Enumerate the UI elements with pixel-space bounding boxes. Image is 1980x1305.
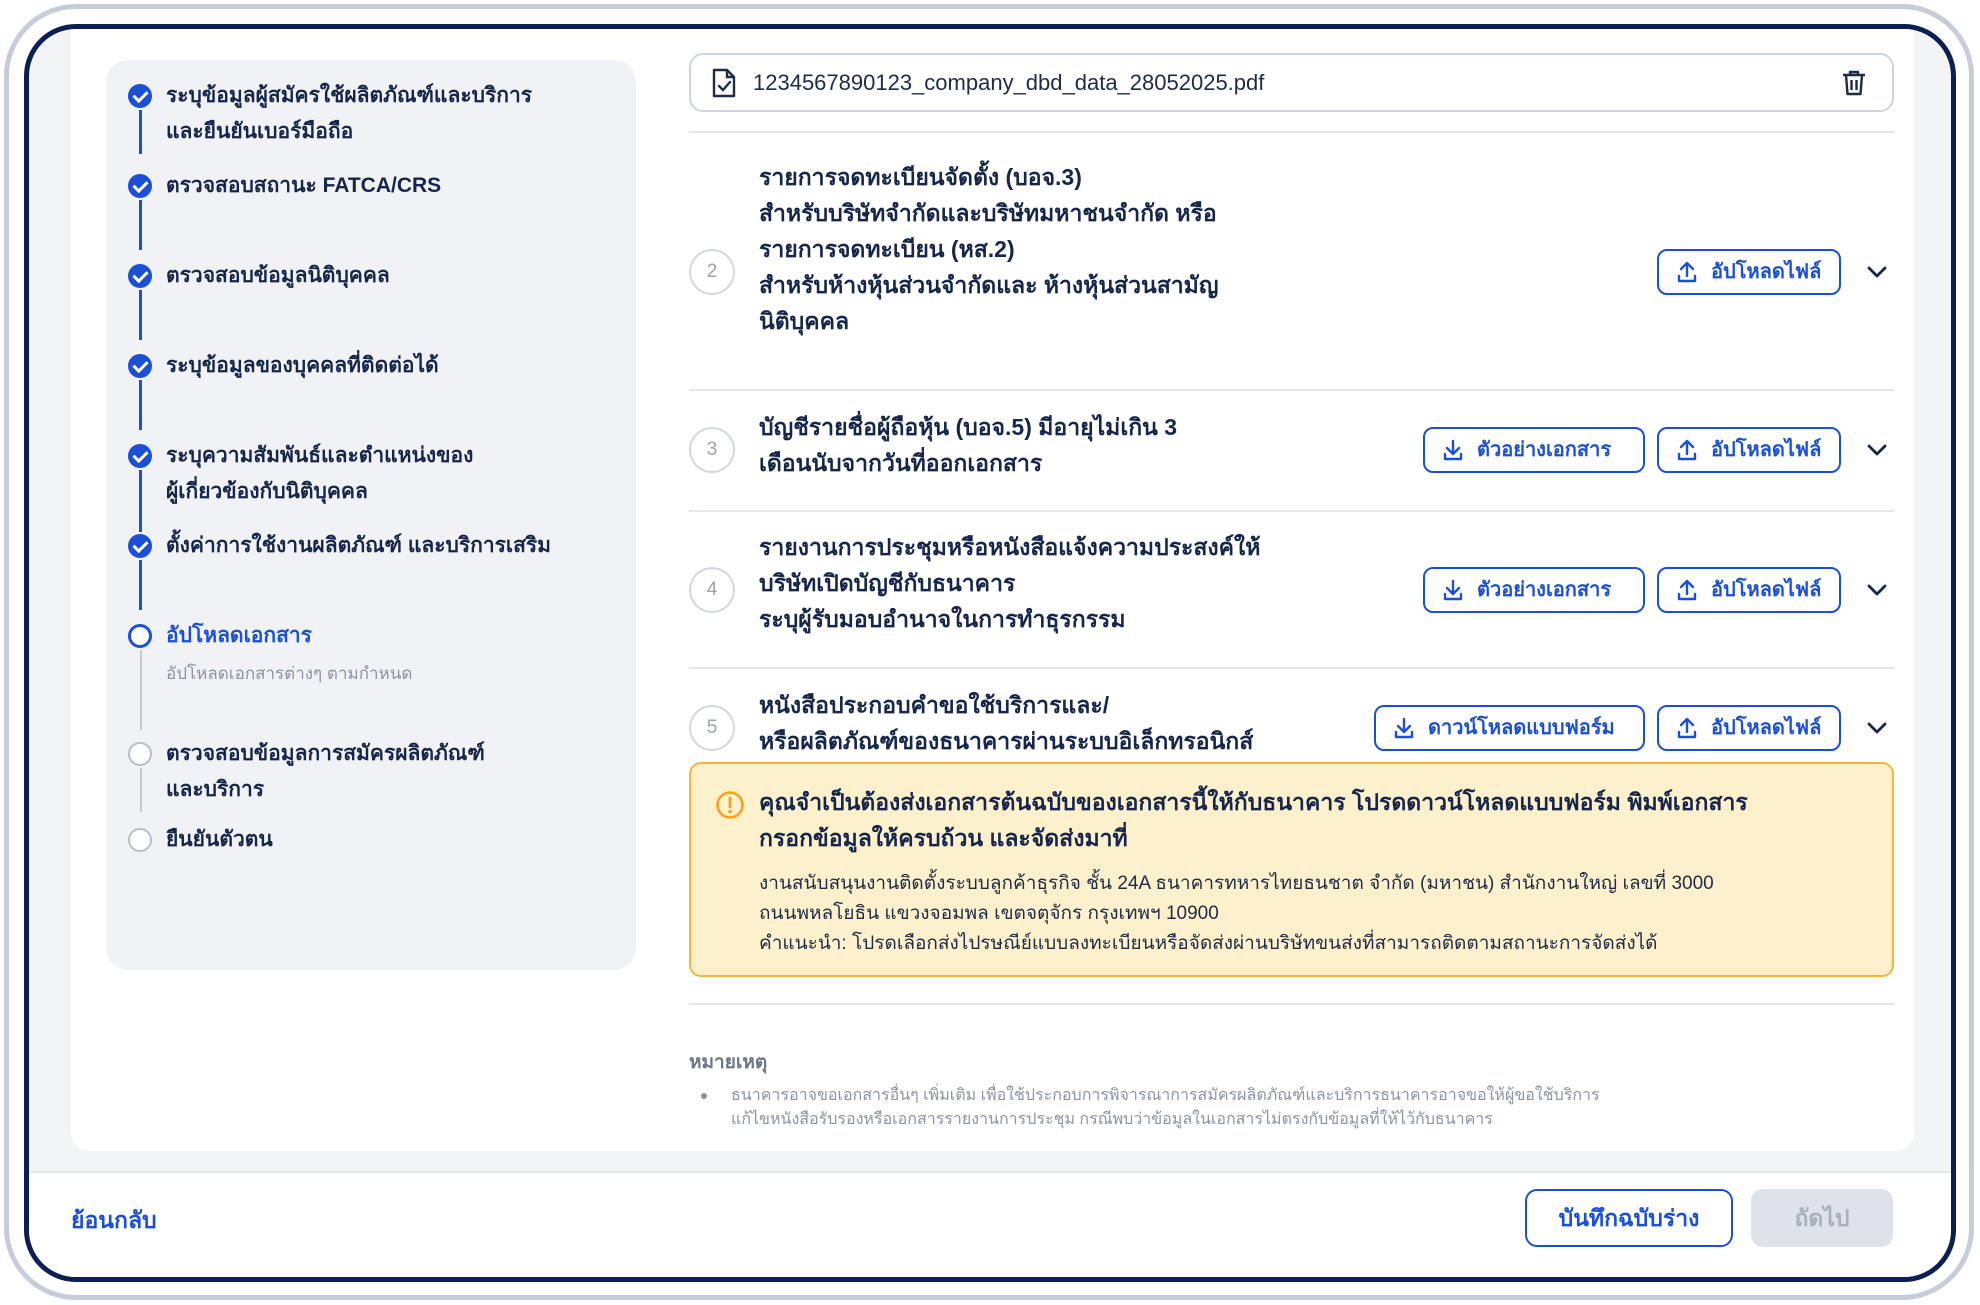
download-form-button[interactable]: ดาวน์โหลดแบบฟอร์ม [1374,705,1645,751]
step-complete-icon [128,264,152,288]
step-1[interactable]: ระบุข้อมูลผู้สมัครใช้ผลิตภัณฑ์และบริการแ… [106,80,636,154]
step-connector [139,200,142,250]
step-9[interactable]: ยืนยันตัวตน [106,824,636,864]
chevron-down-icon[interactable] [1864,437,1890,463]
progress-stepper: ระบุข้อมูลผู้สมัครใช้ผลิตภัณฑ์และบริการแ… [106,60,636,970]
notes-heading: หมายเหตุ [689,1052,768,1073]
document-row-3: 3 บัญชีรายชื่อผู้ถือหุ้น (บอจ.5) มีอายุไ… [689,411,1894,491]
download-icon [1443,439,1463,461]
divider [689,131,1894,133]
divider [689,667,1894,669]
document-number: 3 [689,427,735,473]
upload-icon [1677,717,1697,739]
upload-file-label: อัปโหลดไฟล์ [1711,579,1822,601]
step-label: ระบุความสัมพันธ์และตำแหน่งของ ผู้เกี่ยวข้… [166,444,474,503]
chevron-down-icon[interactable] [1864,715,1890,741]
step-6[interactable]: ตั้งค่าการใช้งานผลิตภัณฑ์ และบริการเสริม [106,532,636,610]
upload-file-button[interactable]: อัปโหลดไฟล์ [1657,427,1841,473]
download-form-label: ดาวน์โหลดแบบฟอร์ม [1428,717,1615,739]
step-3[interactable]: ตรวจสอบข้อมูลนิติบุคคล [106,262,636,340]
step-7[interactable]: อัปโหลดเอกสาร อัปโหลดเอกสารต่างๆ ตามกำหน… [106,622,636,732]
step-complete-icon [128,534,152,558]
step-label: ตั้งค่าการใช้งานผลิตภัณฑ์ และบริการเสริม [166,534,552,557]
step-label: ตรวจสอบข้อมูลนิติบุคคล [166,264,390,287]
footer-bar: ย้อนกลับ บันทึกฉบับร่าง ถัดไป [29,1171,1951,1277]
sample-document-button[interactable]: ตัวอย่างเอกสาร [1423,567,1645,613]
uploaded-file-name: 1234567890123_company_dbd_data_28052025.… [753,70,1265,95]
upload-file-label: อัปโหลดไฟล์ [1711,439,1822,461]
step-label: ยืนยันตัวตน [166,828,273,851]
alert-address-line-1: งานสนับสนุนงานติดตั้งระบบลูกค้าธุรกิจ ชั… [759,873,1714,894]
step-connector [139,560,142,610]
step-complete-icon [128,354,152,378]
next-button[interactable]: ถัดไป [1751,1189,1893,1247]
alert-address-line-2: ถนนพหลโยธิน แขวงจอมพล เขตจตุจักร กรุงเทพ… [759,903,1219,924]
step-complete-icon [128,84,152,108]
step-connector [139,380,142,430]
document-title: บัญชีรายชื่อผู้ถือหุ้น (บอจ.5) มีอายุไม่… [759,414,1178,476]
step-sublabel: อัปโหลดเอกสารต่างๆ ตามกำหนด [166,664,413,683]
upload-file-button[interactable]: อัปโหลดไฟล์ [1657,567,1841,613]
uploaded-file-bar: 1234567890123_company_dbd_data_28052025.… [689,53,1894,112]
upload-file-button[interactable]: อัปโหลดไฟล์ [1657,705,1841,751]
upload-file-label: อัปโหลดไฟล์ [1711,717,1822,739]
content-card: ระบุข้อมูลผู้สมัครใช้ผลิตภัณฑ์และบริการแ… [71,29,1914,1151]
document-row-5: 5 หนังสือประกอบคำขอใช้บริการและ/ หรือผลิ… [689,689,1894,769]
upload-file-label: อัปโหลดไฟล์ [1711,261,1822,283]
step-label: อัปโหลดเอกสาร [166,624,312,647]
warning-alert: คุณจำเป็นต้องส่งเอกสารต้นฉบับของเอกสารนี… [689,762,1894,977]
document-number: 5 [689,705,735,751]
step-label: ตรวจสอบสถานะ FATCA/CRS [166,174,442,197]
step-pending-icon [128,742,152,766]
alert-advice-line: คำแนะนำ: โปรดเลือกส่งไปรษณีย์แบบลงทะเบีย… [759,933,1658,954]
step-connector [139,110,142,154]
notes-line-2: แก้ไขหนังสือรับรองหรือเอกสารรายงานการประ… [731,1111,1493,1128]
document-row-2: 2 รายการจดทะเบียนจัดตั้ง (บอจ.3) สำหรับบ… [689,159,1894,369]
upload-icon [1677,439,1697,461]
step-label: ระบุข้อมูลของบุคคลที่ติดต่อได้ [166,354,439,377]
notes-line-1: ธนาคารอาจขอเอกสารอื่นๆ เพิ่มเติม เพื่อใช… [731,1087,1600,1104]
chevron-down-icon[interactable] [1864,259,1890,285]
step-connector [140,768,142,812]
step-complete-icon [128,444,152,468]
document-title: หนังสือประกอบคำขอใช้บริการและ/ หรือผลิตภ… [759,692,1254,754]
save-draft-button[interactable]: บันทึกฉบับร่าง [1525,1189,1733,1247]
download-icon [1443,579,1463,601]
step-5[interactable]: ระบุความสัมพันธ์และตำแหน่งของ ผู้เกี่ยวข้… [106,442,636,532]
step-connector [139,290,142,340]
download-icon [1394,717,1414,739]
upload-icon [1677,579,1697,601]
notes-bullet [701,1093,707,1099]
divider [689,510,1894,512]
step-label: ระบุข้อมูลผู้สมัครใช้ผลิตภัณฑ์และบริการแ… [166,84,533,143]
document-number: 2 [689,249,735,295]
file-check-icon [712,68,736,98]
device-frame-inner: ระบุข้อมูลผู้สมัครใช้ผลิตภัณฑ์และบริการแ… [24,24,1956,1282]
chevron-down-icon[interactable] [1864,577,1890,603]
step-2[interactable]: ตรวจสอบสถานะ FATCA/CRS [106,172,636,250]
back-link[interactable]: ย้อนกลับ [71,1203,157,1239]
document-number: 4 [689,567,735,613]
divider [689,389,1894,391]
step-current-icon [128,624,152,648]
document-row-4: 4 รายงานการประชุมหรือหนังสือแจ้งความประส… [689,531,1894,641]
alert-circle-icon [716,791,744,819]
upload-icon [1677,261,1697,283]
alert-heading: คุณจำเป็นต้องส่งเอกสารต้นฉบับของเอกสารนี… [759,789,1748,851]
divider [689,1003,1894,1005]
document-title: รายการจดทะเบียนจัดตั้ง (บอจ.3) สำหรับบริ… [759,164,1219,334]
trash-icon[interactable] [1841,69,1867,97]
sample-document-button[interactable]: ตัวอย่างเอกสาร [1423,427,1645,473]
upload-file-button[interactable]: อัปโหลดไฟล์ [1657,249,1841,295]
step-connector [140,650,142,730]
sample-document-label: ตัวอย่างเอกสาร [1477,579,1612,601]
step-8[interactable]: ตรวจสอบข้อมูลการสมัครผลิตภัณฑ์ และบริการ [106,738,636,828]
step-connector [139,470,142,532]
document-title: รายงานการประชุมหรือหนังสือแจ้งความประสงค… [759,534,1261,632]
step-label: ตรวจสอบข้อมูลการสมัครผลิตภัณฑ์ และบริการ [166,742,485,801]
step-complete-icon [128,174,152,198]
step-4[interactable]: ระบุข้อมูลของบุคคลที่ติดต่อได้ [106,352,636,430]
sample-document-label: ตัวอย่างเอกสาร [1477,439,1612,461]
step-pending-icon [128,828,152,852]
